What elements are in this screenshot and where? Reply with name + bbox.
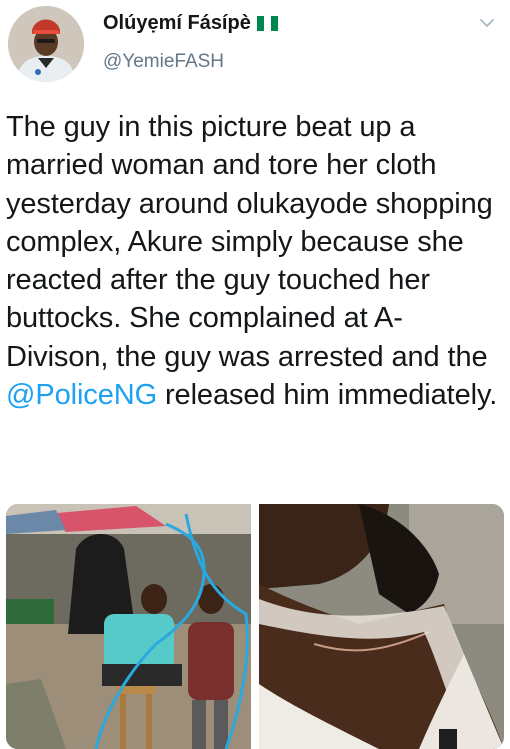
market-scene-photo[interactable] bbox=[6, 504, 251, 749]
neck-injury-photo[interactable] bbox=[259, 504, 504, 749]
author-display-name[interactable]: Olúyẹmí Fásípè bbox=[103, 12, 251, 35]
media-grid bbox=[6, 504, 504, 749]
author-handle[interactable]: @YemieFASH bbox=[103, 51, 224, 73]
nigeria-flag-icon bbox=[256, 16, 278, 31]
avatar[interactable] bbox=[8, 6, 84, 82]
mention-link[interactable]: @PoliceNG bbox=[6, 379, 157, 411]
tweet-text-part: released him immediately. bbox=[157, 379, 498, 412]
tweet-text-part: The guy in this picture beat up a marrie… bbox=[6, 111, 493, 373]
chevron-down-icon[interactable] bbox=[478, 14, 496, 32]
author-name-row[interactable]: Olúyẹmí Fásípè bbox=[103, 12, 278, 35]
tweet-text: The guy in this picture beat up a marrie… bbox=[6, 108, 504, 414]
